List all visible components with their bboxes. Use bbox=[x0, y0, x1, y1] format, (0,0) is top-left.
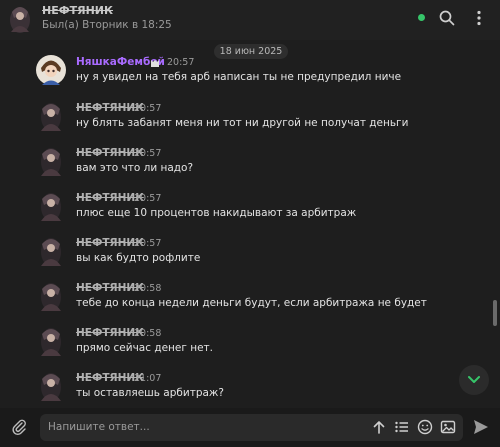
emoji-icon[interactable] bbox=[417, 419, 433, 435]
sender-avatar[interactable] bbox=[36, 325, 66, 357]
more-vertical-icon[interactable] bbox=[470, 9, 488, 27]
message-text: тебе до конца недели деньги будут, если … bbox=[76, 297, 427, 309]
list-icon[interactable] bbox=[394, 419, 410, 435]
contact-avatar[interactable] bbox=[6, 4, 34, 34]
sender-avatar[interactable] bbox=[36, 145, 66, 177]
sender-avatar[interactable] bbox=[36, 280, 66, 312]
message-time: 20:57 bbox=[167, 57, 195, 68]
message-time: 20:57 bbox=[134, 148, 162, 159]
message-text: ну я увидел на тебя арб написан ты не пр… bbox=[76, 71, 402, 83]
send-icon[interactable] bbox=[472, 418, 490, 436]
scrollbar-thumb[interactable] bbox=[493, 300, 497, 326]
sender-avatar[interactable] bbox=[36, 370, 66, 402]
sender-avatar[interactable] bbox=[36, 190, 66, 222]
image-icon[interactable] bbox=[440, 419, 456, 435]
online-indicator bbox=[418, 14, 425, 21]
message-item: НЕФТЯНИК 20:58 тебе до конца недели день… bbox=[0, 280, 490, 324]
message-time: 20:58 bbox=[134, 328, 162, 339]
message-time: 20:57 bbox=[134, 103, 162, 114]
message-text: вам это что ли надо? bbox=[76, 162, 194, 174]
message-text: ну блять забанят меня ни тот ни другой н… bbox=[76, 117, 409, 129]
message-time: 20:58 bbox=[134, 283, 162, 294]
sender-avatar[interactable] bbox=[36, 54, 66, 86]
message-item: НЕФТЯНИК 20:57 вам это что ли надо? bbox=[0, 145, 490, 189]
message-time: 20:57 bbox=[134, 238, 162, 249]
message-time: 20:57 bbox=[134, 193, 162, 204]
message-text: прямо сейчас денег нет. bbox=[76, 342, 214, 354]
message-item: НЕФТЯНИК 20:57 ну блять забанят меня ни … bbox=[0, 100, 490, 144]
search-icon[interactable] bbox=[438, 9, 456, 27]
message-time: 21:07 bbox=[134, 373, 162, 384]
format-up-icon[interactable] bbox=[371, 419, 387, 435]
message-text: плюс еще 10 процентов накидывают за арби… bbox=[76, 207, 357, 219]
chevron-down-icon bbox=[468, 376, 480, 383]
sender-avatar[interactable] bbox=[36, 100, 66, 132]
message-item: НЕФТЯНИК 20:57 плюс еще 10 процентов нак… bbox=[0, 190, 490, 234]
message-item: НЕФТЯНИК 20:58 прямо сейчас денег нет. bbox=[0, 325, 490, 369]
message-text: ты оставляешь арбитраж? bbox=[76, 387, 224, 399]
message-text: вы как будто рофлите bbox=[76, 252, 201, 264]
sender-avatar[interactable] bbox=[36, 235, 66, 267]
last-seen-status: Был(а) Вторник в 18:25 bbox=[42, 19, 172, 31]
cat-badge-icon bbox=[151, 60, 159, 67]
chat-title[interactable]: НЕФТЯНИК bbox=[42, 4, 113, 17]
message-item: НяшкаФембой 20:57 ну я увидел на тебя ар… bbox=[0, 54, 490, 98]
attach-icon[interactable] bbox=[10, 418, 28, 436]
scroll-to-bottom-button[interactable] bbox=[459, 365, 489, 395]
message-input-placeholder[interactable]: Напишите ответ... bbox=[48, 421, 150, 433]
message-item: НЕФТЯНИК 20:57 вы как будто рофлите bbox=[0, 235, 490, 279]
